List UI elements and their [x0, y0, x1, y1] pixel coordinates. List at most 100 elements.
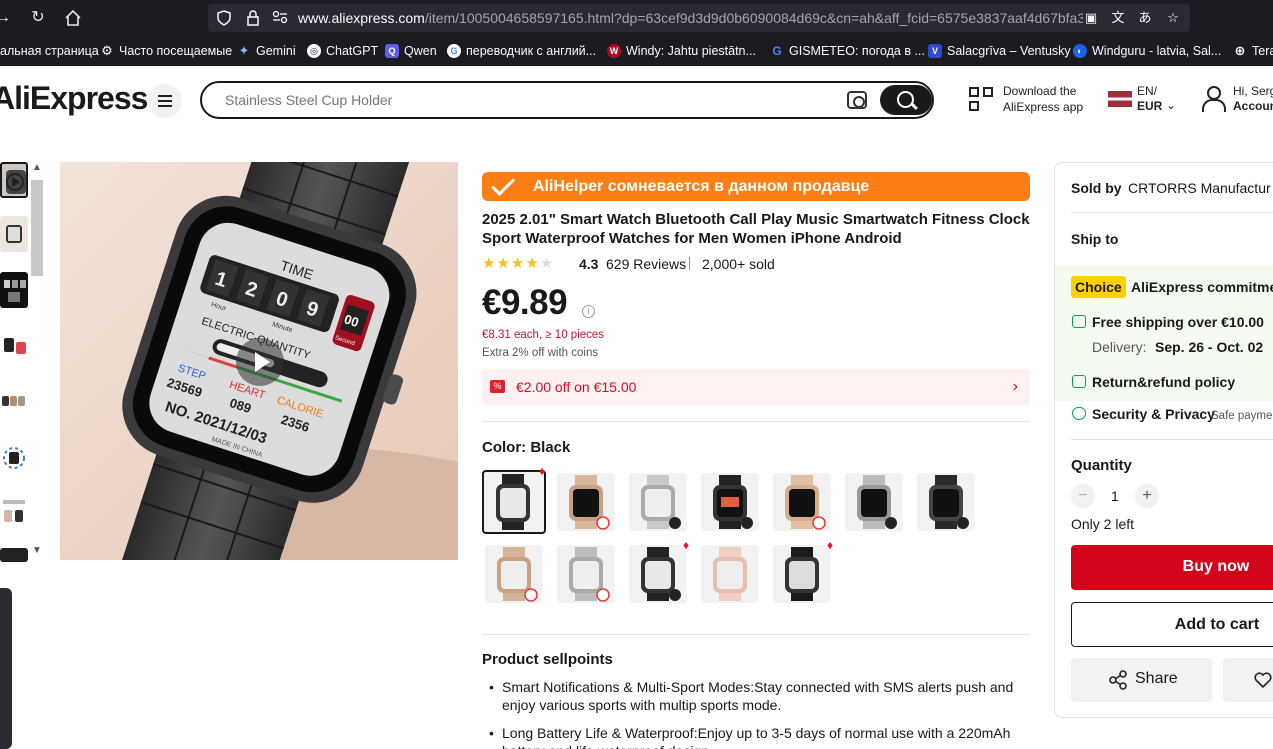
alihelper-warning-banner[interactable]: AliHelper сомневается в данном продавце — [482, 171, 1030, 201]
qwen-icon: Q — [385, 44, 399, 58]
thumbnail-video[interactable] — [0, 162, 28, 198]
qr-code-icon[interactable] — [969, 87, 994, 112]
reviews-link[interactable]: 629 Reviews — [606, 256, 686, 273]
thumbnail-image[interactable] — [0, 548, 28, 562]
add-to-cart-button[interactable]: Add to cart — [1071, 602, 1273, 647]
latvia-flag-icon[interactable] — [1108, 91, 1132, 107]
thumbnail-strip — [0, 162, 28, 562]
quantity-minus-button[interactable]: − — [1071, 484, 1095, 508]
bookmark-item[interactable]: ◐ Windguru - latvia, Sal... — [1073, 43, 1221, 59]
bookmark-label: Часто посещаемые — [119, 44, 233, 58]
thumbnail-image[interactable] — [0, 216, 28, 252]
reader-view-icon[interactable]: ▣ — [1083, 10, 1099, 26]
search-bar[interactable]: Stainless Steel Cup Holder — [200, 81, 934, 119]
bookmark-item[interactable]: ⊕ Tera — [1233, 43, 1273, 59]
lock-icon[interactable] — [245, 10, 261, 26]
quantity-plus-button[interactable]: + — [1135, 484, 1159, 508]
commitment-title[interactable]: AliExpress commitme — [1131, 278, 1273, 296]
seller-name-link[interactable]: CRTORRS Manufactur — [1128, 179, 1271, 197]
color-swatch[interactable] — [845, 473, 903, 531]
bookmark-label: Tera — [1252, 44, 1273, 58]
ship-to-label[interactable]: Ship to — [1071, 230, 1118, 248]
stock-left-text: Only 2 left — [1071, 516, 1135, 532]
security-link[interactable]: Security & Privacy — [1092, 405, 1215, 423]
gear-icon: ⚙ — [101, 43, 113, 58]
color-swatch[interactable] — [701, 545, 759, 603]
menu-button[interactable] — [148, 84, 182, 118]
bookmark-item[interactable]: Q Qwen — [385, 43, 437, 59]
return-policy-link[interactable]: Return&refund policy — [1092, 373, 1235, 391]
bookmark-label: ChatGPT — [326, 44, 379, 58]
thumbnail-scrollbar[interactable]: ▲ ▼ — [28, 162, 46, 562]
buy-now-button[interactable]: Buy now — [1071, 545, 1273, 590]
currency-label[interactable]: EUR — [1137, 99, 1162, 114]
bookmark-star-icon[interactable]: ☆ — [1165, 10, 1181, 26]
chevron-up-icon[interactable]: ▲ — [30, 162, 44, 173]
account-label[interactable]: Accoun — [1233, 99, 1273, 114]
color-swatch[interactable] — [773, 545, 831, 603]
color-swatch[interactable] — [629, 545, 687, 603]
rating-stars[interactable]: ★ ★ ★ ★ ★ — [482, 255, 553, 273]
permissions-icon[interactable] — [272, 10, 288, 26]
color-swatch[interactable] — [629, 473, 687, 531]
quantity-stepper-value[interactable]: 1 — [1111, 487, 1119, 505]
aliexpress-logo[interactable]: AliExpress — [0, 80, 148, 117]
search-input[interactable]: Stainless Steel Cup Holder — [225, 92, 392, 108]
thumbnail-image[interactable] — [0, 496, 28, 532]
download-app-line2[interactable]: AliExpress app — [1003, 100, 1083, 115]
star-icon: ★ — [510, 255, 525, 272]
thumbnail-image[interactable] — [0, 272, 28, 308]
bookmark-item[interactable]: W Windy: Jahtu piestātn... — [607, 43, 756, 59]
windguru-icon: ◐ — [1073, 44, 1087, 58]
windy-icon: W — [607, 44, 621, 58]
greeting-label[interactable]: Hi, Serg — [1233, 84, 1273, 99]
coupon-banner[interactable]: % €2.00 off on €15.00 › — [482, 369, 1030, 405]
scroll-thumb[interactable] — [31, 180, 43, 276]
url-text[interactable]: www.aliexpress.com/item/1005004658597165… — [298, 10, 1083, 26]
bookmark-item[interactable]: ⚙ Часто посещаемые — [100, 43, 232, 59]
translate-icon[interactable]: 文 — [1110, 10, 1126, 26]
coins-discount: Extra 2% off with coins — [482, 347, 599, 359]
bookmark-item[interactable]: ✦ Gemini — [237, 43, 296, 59]
shield-icon[interactable] — [216, 10, 232, 26]
bookmark-item[interactable]: G GISMETEO: погода в ... — [770, 43, 925, 59]
page-root: → ↻ www.aliexpress.com/item/100500465859… — [0, 0, 1273, 749]
chevron-down-icon[interactable]: ▼ — [30, 545, 44, 556]
bookmark-item[interactable]: V Salacgrīva – Ventusky — [928, 43, 1071, 59]
delivery-label: Delivery: — [1092, 339, 1147, 355]
address-bar[interactable]: www.aliexpress.com/item/1005004658597165… — [208, 4, 1190, 32]
bookmark-label: Windguru - latvia, Sal... — [1092, 44, 1222, 58]
color-swatch[interactable] — [701, 473, 759, 531]
user-icon[interactable] — [1202, 86, 1226, 112]
language-label[interactable]: EN/ — [1137, 84, 1157, 99]
quantity-label: Quantity — [1071, 457, 1132, 474]
side-panel-handle[interactable] — [0, 588, 12, 749]
checkmark-icon — [490, 171, 516, 197]
color-swatch[interactable] — [917, 473, 975, 531]
color-swatch[interactable] — [557, 473, 615, 531]
color-swatch-selected[interactable] — [482, 470, 546, 534]
share-button[interactable]: Share — [1071, 658, 1212, 702]
bookmark-label: Salacgrīva – Ventusky — [947, 44, 1071, 58]
chevron-down-icon[interactable]: ⌄ — [1166, 98, 1176, 113]
download-app-line1[interactable]: Download the — [1003, 84, 1076, 99]
chevron-right-icon[interactable]: › — [1013, 378, 1018, 396]
play-video-button[interactable] — [236, 338, 284, 386]
color-swatch[interactable] — [557, 545, 615, 603]
camera-search-icon[interactable] — [847, 91, 867, 109]
color-swatch[interactable] — [773, 473, 831, 531]
bookmark-item[interactable]: ◎ ChatGPT — [307, 43, 378, 59]
info-icon[interactable]: i — [582, 305, 595, 318]
bookmark-item[interactable]: альная страница — [0, 43, 99, 59]
forward-icon[interactable]: → — [0, 9, 12, 27]
thumbnail-image[interactable] — [0, 328, 28, 364]
wishlist-button[interactable] — [1223, 658, 1273, 702]
search-button[interactable] — [880, 85, 932, 115]
thumbnail-image[interactable] — [0, 440, 28, 476]
thumbnail-image[interactable] — [0, 384, 28, 420]
reload-icon[interactable]: ↻ — [29, 9, 47, 27]
bookmark-item[interactable]: Gпереводчик с англий... — [447, 43, 596, 59]
translate-ext-icon[interactable]: あ — [1137, 10, 1153, 26]
color-swatch[interactable] — [485, 545, 543, 603]
home-icon[interactable] — [64, 9, 82, 27]
